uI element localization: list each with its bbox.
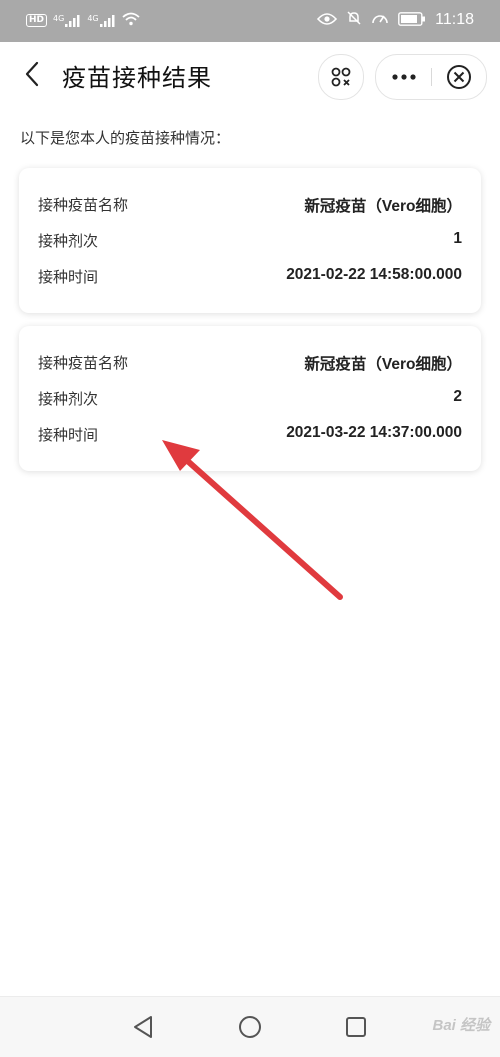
time-row: 接种时间 2021-02-22 14:58:00.000: [19, 266, 481, 290]
back-button[interactable]: [18, 59, 48, 89]
nav-home-button[interactable]: [234, 1011, 266, 1043]
wifi-icon: [122, 11, 140, 30]
vaccine-name-row: 接种疫苗名称 新冠疫苗（Vero细胞）: [19, 194, 481, 218]
vaccine-name-label: 接种疫苗名称: [38, 354, 129, 372]
dose-row: 接种剂次 1: [19, 230, 481, 254]
dose-label: 接种剂次: [38, 232, 99, 250]
vaccine-name-value: 新冠疫苗（Vero细胞）: [304, 356, 462, 373]
status-right: 11:18: [317, 10, 474, 30]
navigation-bar: 疫苗接种结果: [0, 42, 500, 108]
page-title: 疫苗接种结果: [62, 64, 212, 92]
watermark: Bai 经验: [432, 1017, 490, 1034]
square-recents-icon: [346, 1017, 366, 1037]
time-value: 2021-03-22 14:37:00.000: [286, 424, 462, 441]
status-left: HD 4G 4G: [26, 11, 140, 30]
hd-icon: HD: [26, 14, 48, 27]
dose-label: 接种剂次: [38, 390, 99, 408]
time-value: 2021-02-22 14:58:00.000: [286, 266, 462, 283]
back-arrow-icon: [25, 61, 39, 87]
nav-back-button[interactable]: [128, 1011, 160, 1043]
signal-icon: 4G: [53, 13, 81, 27]
status-time: 11:18: [435, 11, 474, 28]
intro-text: 以下是您本人的疫苗接种情况：: [20, 129, 231, 147]
triangle-back-icon: [134, 1016, 152, 1038]
vaccine-name-value: 新冠疫苗（Vero细胞）: [304, 198, 462, 215]
speed-icon: [371, 10, 389, 30]
scan-button[interactable]: [318, 54, 364, 100]
close-circle-icon: [447, 65, 471, 89]
mute-bell-icon: [346, 10, 362, 30]
mini-program-capsule: [375, 54, 487, 100]
time-label: 接种时间: [38, 268, 99, 286]
eye-icon: [317, 11, 338, 30]
scan-icon: [331, 67, 351, 87]
dose-value: 2: [453, 388, 462, 405]
dose-row: 接种剂次 2: [19, 388, 481, 412]
vaccine-name-label: 接种疫苗名称: [38, 196, 129, 214]
vaccination-record-card: 接种疫苗名称 新冠疫苗（Vero细胞） 接种剂次 1 接种时间 2021-02-…: [19, 168, 481, 313]
battery-icon: [398, 11, 426, 30]
circle-home-icon: [239, 1016, 261, 1038]
system-navigation-bar: [0, 996, 500, 1057]
network-type-label: 4G: [87, 13, 99, 23]
nav-recents-button[interactable]: [340, 1011, 372, 1043]
more-button[interactable]: [376, 55, 431, 99]
time-row: 接种时间 2021-03-22 14:37:00.000: [19, 424, 481, 448]
signal-icon: 4G: [87, 13, 115, 27]
annotation-arrow: [162, 440, 343, 600]
more-dots-icon: [392, 74, 416, 80]
time-label: 接种时间: [38, 426, 99, 444]
dose-value: 1: [453, 230, 462, 247]
status-bar: HD 4G 4G 11:18: [0, 0, 500, 42]
vaccination-record-card: 接种疫苗名称 新冠疫苗（Vero细胞） 接种剂次 2 接种时间 2021-03-…: [19, 326, 481, 471]
vaccine-name-row: 接种疫苗名称 新冠疫苗（Vero细胞）: [19, 352, 481, 376]
network-type-label: 4G: [53, 13, 65, 23]
close-button[interactable]: [432, 55, 486, 99]
